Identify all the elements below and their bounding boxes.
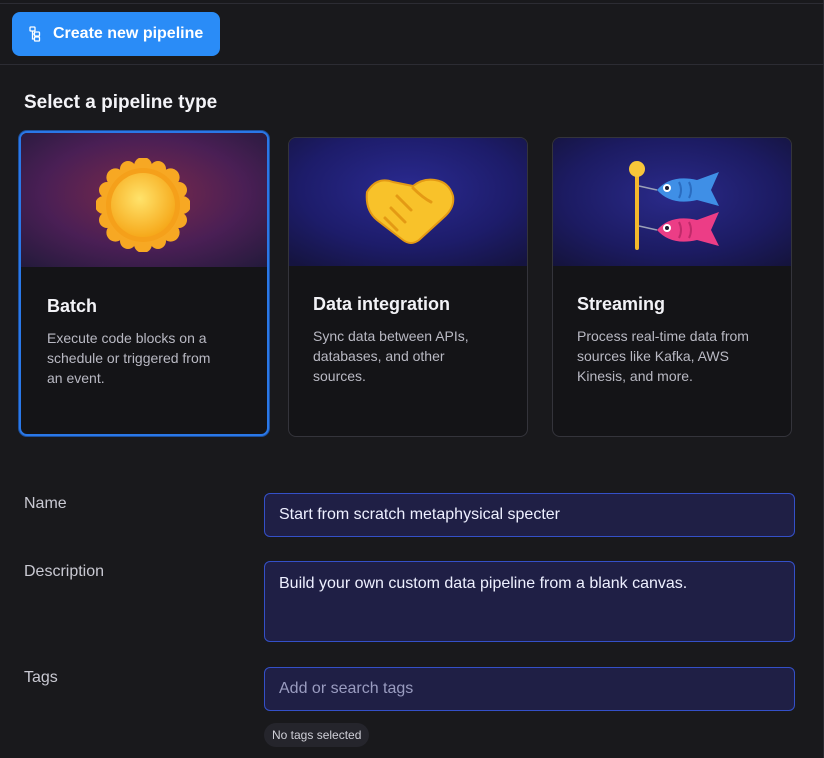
create-pipeline-panel: Create new pipeline Select a pipeline ty… [0,0,824,758]
description-line: Process real-time data from [577,328,749,344]
description-line: sources like Kafka, AWS [577,348,729,364]
create-new-pipeline-label: Create new pipeline [53,25,204,42]
name-input[interactable] [264,493,795,537]
description-line: sources. [313,368,366,384]
description-line: Execute code blocks on a [47,330,207,346]
handshake-icon [365,178,455,244]
carp-streamer-icon [629,161,719,250]
name-label: Name [24,495,67,512]
description-label: Description [24,563,105,580]
pipeline-blocks-icon [29,26,41,42]
description-line: an event. [47,370,105,386]
description-line: databases, and other [313,348,445,364]
tags-label: Tags [24,669,58,686]
no-tags-badge: No tags selected [264,723,370,747]
tags-search-input[interactable] [264,667,795,711]
create-new-pipeline-button[interactable]: Create new pipeline [12,12,220,56]
pipeline-card-data-integration[interactable]: Data integration Sync data between APIs,… [288,137,528,437]
card-title: Streaming [577,294,666,314]
header-bar: Create new pipeline [0,4,824,65]
sun-icon [96,158,190,252]
section-title: Select a pipeline type [24,92,218,113]
card-title: Batch [47,296,98,316]
pipeline-card-batch[interactable]: Batch Execute code blocks on a schedule … [19,131,269,436]
description-line: Sync data between APIs, [313,328,469,344]
card-description: Process real-time data from sources like… [577,326,749,386]
card-title: Data integration [313,294,451,314]
description-line: Kinesis, and more. [577,368,693,384]
card-description: Sync data between APIs, databases, and o… [313,326,469,386]
description-input[interactable]: Build your own custom data pipeline from… [264,561,795,642]
pipeline-card-streaming[interactable]: Streaming Process real-time data from so… [552,137,792,437]
description-line: schedule or triggered from [47,350,211,366]
card-description: Execute code blocks on a schedule or tri… [47,328,210,388]
